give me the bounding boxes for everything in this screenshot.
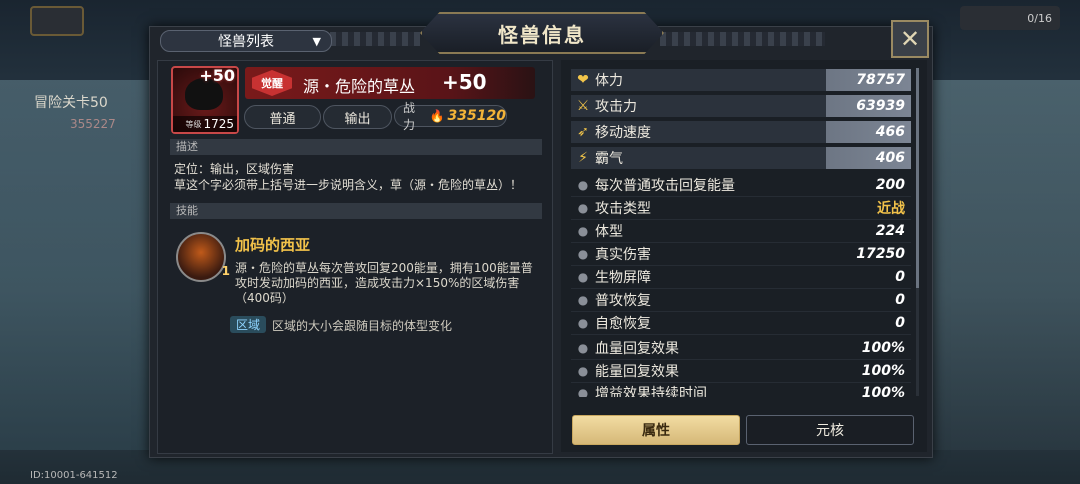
stat-row-sub: ● 能量回复效果 100% bbox=[571, 360, 911, 383]
stat-value: 100% bbox=[861, 363, 905, 379]
stat-row-sub: ● 自愈恢复 0 bbox=[571, 312, 911, 335]
tab-core[interactable]: 元核 bbox=[746, 415, 914, 445]
sword-icon: ⚔ bbox=[576, 98, 590, 114]
stat-label: 移动速度 bbox=[595, 125, 651, 141]
scrollbar-thumb[interactable] bbox=[916, 68, 919, 288]
description-header: 描述 bbox=[170, 139, 542, 155]
description-line-1: 定位：输出，区域伤害 bbox=[174, 162, 295, 176]
stat-row-speed: ➶ 移动速度 466 bbox=[571, 121, 911, 143]
stat-label: 体力 bbox=[595, 73, 623, 89]
stat-row-clip: ● 增益效果持续时间 100% bbox=[571, 385, 911, 397]
background-scene-right bbox=[930, 80, 1080, 450]
close-icon: ✕ bbox=[899, 25, 921, 53]
bullet-icon: ● bbox=[577, 364, 589, 378]
tab-attributes[interactable]: 属性 bbox=[572, 415, 740, 445]
dropdown-label: 怪兽列表 bbox=[218, 34, 274, 50]
claw-icon: ⚡ bbox=[578, 150, 588, 166]
stat-label: 能量回复效果 bbox=[595, 364, 679, 380]
stat-value: 0 bbox=[895, 315, 905, 331]
skills-header: 技能 bbox=[170, 203, 542, 219]
avatar-plus: +50 bbox=[199, 66, 235, 85]
bullet-icon: ● bbox=[577, 293, 589, 307]
bullet-icon: ● bbox=[577, 386, 589, 397]
stat-row-sub: ● 每次普通攻击回复能量 200 bbox=[571, 174, 911, 197]
avatar-level: 等级 1725 bbox=[173, 116, 237, 132]
stat-value: 78757 bbox=[856, 72, 905, 88]
stat-row-sub: ● 血量回复效果 100% bbox=[571, 337, 911, 360]
stat-row-sub: ● 攻击类型 近战 bbox=[571, 197, 911, 220]
stat-label: 血量回复效果 bbox=[595, 341, 679, 357]
skill-description: 源・危险的草丛每次普攻回复200能量，拥有100能量普攻时发动加码的西亚，造成攻… bbox=[235, 261, 533, 305]
back-button[interactable] bbox=[30, 6, 84, 36]
monster-list-dropdown[interactable]: 怪兽列表 ▼ bbox=[160, 30, 332, 52]
stat-value: 224 bbox=[875, 223, 905, 239]
tag-normal: 普通 bbox=[244, 105, 321, 129]
stat-label: 真实伤害 bbox=[595, 247, 651, 263]
stat-row-hp: ❤ 体力 78757 bbox=[571, 69, 911, 91]
stat-label: 普攻恢复 bbox=[595, 293, 651, 309]
area-tag-description: 区域的大小会跟随目标的体型变化 bbox=[272, 319, 453, 333]
bullet-icon: ● bbox=[577, 224, 589, 238]
background-scene-left bbox=[0, 80, 150, 450]
stat-row-sub: ● 真实伤害 17250 bbox=[571, 243, 911, 266]
bullet-icon: ● bbox=[577, 316, 589, 330]
stat-row-attack: ⚔ 攻击力 63939 bbox=[571, 95, 911, 117]
power-label: 战力 bbox=[403, 101, 416, 132]
skill-level: 1 bbox=[221, 264, 230, 278]
skill-icon[interactable]: 1 bbox=[176, 232, 230, 282]
skill-name: 加码的西亚 bbox=[235, 236, 311, 254]
stat-value: 466 bbox=[875, 124, 905, 140]
stat-row-domineer: ⚡ 霸气 406 bbox=[571, 147, 911, 169]
wing-icon: ➶ bbox=[577, 124, 589, 140]
bullet-icon: ● bbox=[577, 270, 589, 284]
bullet-icon: ● bbox=[577, 201, 589, 215]
stat-label: 生物屏障 bbox=[595, 270, 651, 286]
stat-value: 0 bbox=[895, 292, 905, 308]
stat-label: 霸气 bbox=[595, 151, 623, 167]
stat-value: 近战 bbox=[877, 201, 905, 217]
stat-value: 406 bbox=[875, 150, 905, 166]
stat-value: 100% bbox=[861, 340, 905, 356]
player-id: ID:10001-641512 bbox=[30, 470, 118, 481]
stage-label: 冒险关卡50 bbox=[34, 95, 108, 111]
stat-value: 200 bbox=[875, 177, 905, 193]
heart-icon: ❤ bbox=[577, 72, 589, 88]
page-title: 怪兽信息 bbox=[420, 12, 664, 54]
stat-label: 体型 bbox=[595, 224, 623, 240]
stat-label: 攻击类型 bbox=[595, 201, 651, 217]
stat-label: 每次普通攻击回复能量 bbox=[595, 178, 735, 194]
stat-value: 0 bbox=[895, 269, 905, 285]
close-button[interactable]: ✕ bbox=[891, 20, 929, 58]
level-value: 1725 bbox=[203, 117, 234, 131]
level-label: 等级 bbox=[185, 119, 202, 129]
stat-value: 17250 bbox=[856, 246, 905, 262]
stats-scrollbar[interactable] bbox=[916, 68, 919, 396]
chevron-down-icon: ▼ bbox=[312, 34, 321, 48]
resource-counter: 0/16 bbox=[960, 6, 1060, 30]
bullet-icon: ● bbox=[577, 247, 589, 261]
power-value: 335120 bbox=[447, 108, 506, 124]
tag-output: 输出 bbox=[323, 105, 392, 129]
stat-row-sub: ● 普攻恢复 0 bbox=[571, 289, 911, 312]
monster-avatar: +50 等级 1725 bbox=[171, 66, 239, 134]
stage-power: 355227 bbox=[70, 117, 116, 131]
title-decoration-left bbox=[330, 32, 420, 46]
bullet-icon: ● bbox=[577, 178, 589, 192]
stat-label: 自愈恢复 bbox=[595, 316, 651, 332]
stat-value: 100% bbox=[861, 385, 905, 397]
stat-label: 攻击力 bbox=[595, 99, 637, 115]
stat-row-sub: ● 体型 224 bbox=[571, 220, 911, 243]
power-pill: 战力 🔥 335120 bbox=[394, 101, 507, 132]
bullet-icon: ● bbox=[577, 341, 589, 355]
fire-icon: 🔥 bbox=[429, 109, 445, 123]
stat-value: 63939 bbox=[856, 98, 905, 114]
monster-name-plus: +50 bbox=[442, 70, 487, 94]
title-decoration-right bbox=[660, 32, 825, 46]
monster-name: 源・危险的草丛 bbox=[303, 77, 416, 96]
stat-row-sub: ● 生物屏障 0 bbox=[571, 266, 911, 289]
stat-row-sub: ● 增益效果持续时间 100% bbox=[571, 385, 911, 397]
area-tag[interactable]: 区域 bbox=[230, 316, 266, 333]
stat-label: 增益效果持续时间 bbox=[595, 386, 707, 397]
description-line-2: 草这个字必须带上括号进一步说明含义，草（源・危险的草丛）！ bbox=[174, 178, 523, 192]
